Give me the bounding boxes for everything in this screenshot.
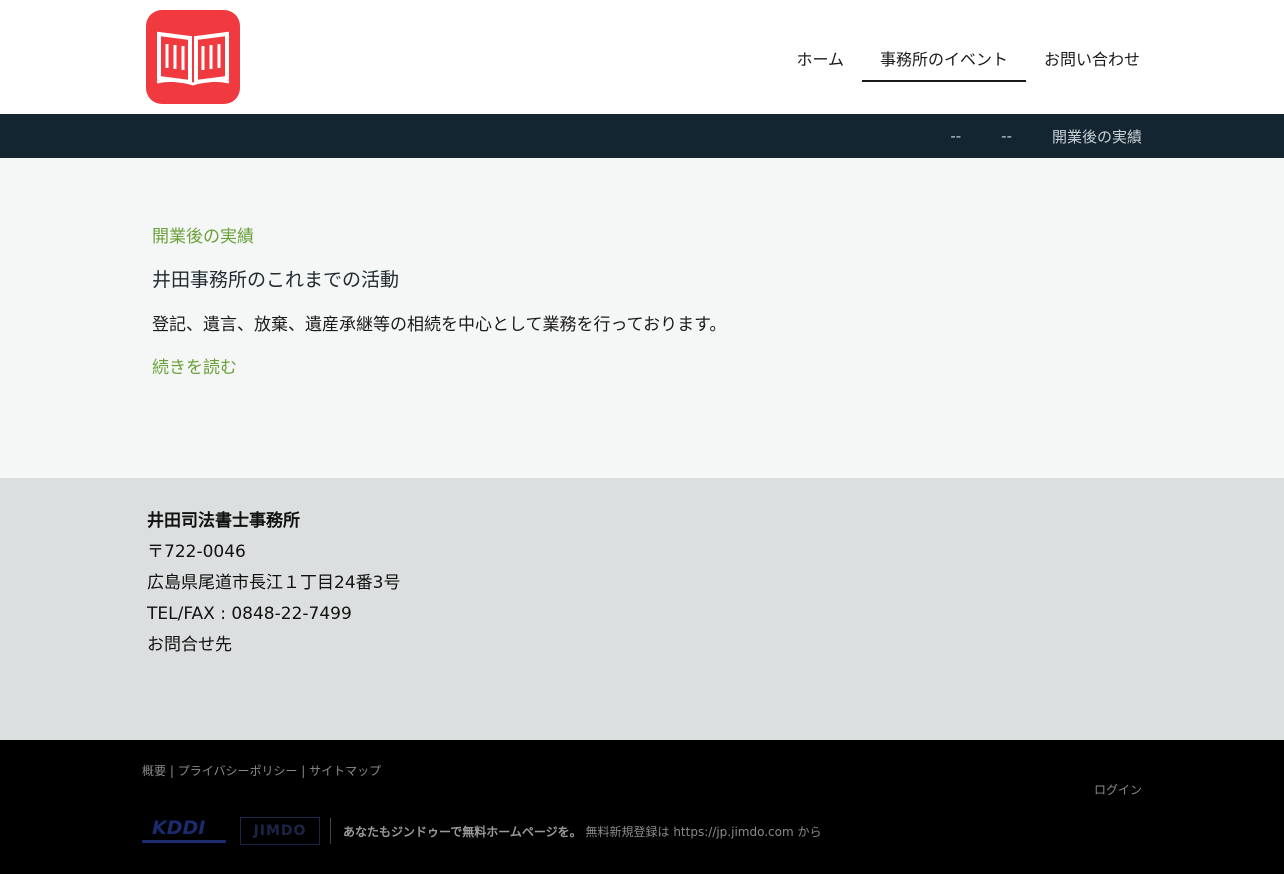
link-separator: |: [166, 764, 178, 778]
login-link[interactable]: ログイン: [1094, 781, 1142, 798]
promo-signup-link[interactable]: 無料新規登録は https://jp.jimdo.com から: [586, 825, 822, 839]
postal-code: 〒722-0046: [147, 542, 246, 562]
contact-link[interactable]: お問合せ先: [147, 630, 400, 661]
office-name: 井田司法書士事務所: [147, 511, 300, 531]
site-header: ホーム 事務所のイベント お問い合わせ: [0, 0, 1284, 114]
kddi-logo[interactable]: KDDI: [142, 816, 228, 846]
jimdo-footer: 概要 | プライバシーポリシー | サイトマップ ログイン KDDI JIMDO…: [0, 740, 1284, 874]
address: 広島県尾道市長江１丁目24番3号: [147, 573, 401, 593]
site-logo[interactable]: [146, 10, 240, 104]
divider: [330, 818, 331, 844]
post-excerpt: 登記、遺言、放棄、遺産承継等の相続を中心として業務を行っております。: [152, 315, 727, 335]
main-nav: ホーム 事務所のイベント お問い合わせ: [778, 38, 1158, 82]
brand-row: KDDI JIMDO あなたもジンドゥーで無料ホームページを。 無料新規登録は …: [142, 816, 821, 846]
sub-nav-item-2[interactable]: --: [1001, 127, 1012, 145]
post-title: 井田事務所のこれまでの活動: [152, 269, 400, 291]
main-content: 開業後の実績 井田事務所のこれまでの活動 登記、遺言、放棄、遺産承継等の相続を中…: [0, 158, 1284, 478]
category-link[interactable]: 開業後の実績: [152, 222, 726, 247]
office-address-block: 井田司法書士事務所 〒722-0046 広島県尾道市長江１丁目24番3号 TEL…: [147, 506, 400, 661]
promo-text: あなたもジンドゥーで無料ホームページを。 無料新規登録は https://jp.…: [343, 823, 821, 840]
footer-link-sitemap[interactable]: サイトマップ: [309, 764, 381, 778]
read-more-link[interactable]: 続きを読む: [152, 353, 726, 378]
jimdo-logo[interactable]: JIMDO: [240, 817, 320, 845]
sub-nav-item-1[interactable]: --: [950, 127, 961, 145]
sub-nav-bar: -- -- 開業後の実績: [0, 114, 1284, 158]
phone-fax: TEL/FAX : 0848-22-7499: [147, 604, 352, 624]
footer-links: 概要 | プライバシーポリシー | サイトマップ: [142, 762, 381, 779]
nav-contact[interactable]: お問い合わせ: [1026, 38, 1158, 82]
nav-home[interactable]: ホーム: [778, 38, 862, 82]
promo-headline: あなたもジンドゥーで無料ホームページを。: [343, 824, 582, 839]
nav-office-events[interactable]: 事務所のイベント: [861, 38, 1026, 82]
footer-link-about[interactable]: 概要: [142, 764, 166, 778]
footer-link-privacy[interactable]: プライバシーポリシー: [178, 764, 298, 778]
sub-nav: -- -- 開業後の実績: [910, 114, 1142, 158]
footer-info: 井田司法書士事務所 〒722-0046 広島県尾道市長江１丁目24番3号 TEL…: [0, 478, 1284, 740]
blog-teaser: 開業後の実績 井田事務所のこれまでの活動 登記、遺言、放棄、遺産承継等の相続を中…: [152, 222, 726, 378]
sub-nav-item-results[interactable]: 開業後の実績: [1052, 126, 1142, 147]
kddi-logo-text: KDDI: [152, 817, 205, 839]
link-separator: |: [297, 764, 310, 778]
open-book-icon: [156, 31, 230, 86]
